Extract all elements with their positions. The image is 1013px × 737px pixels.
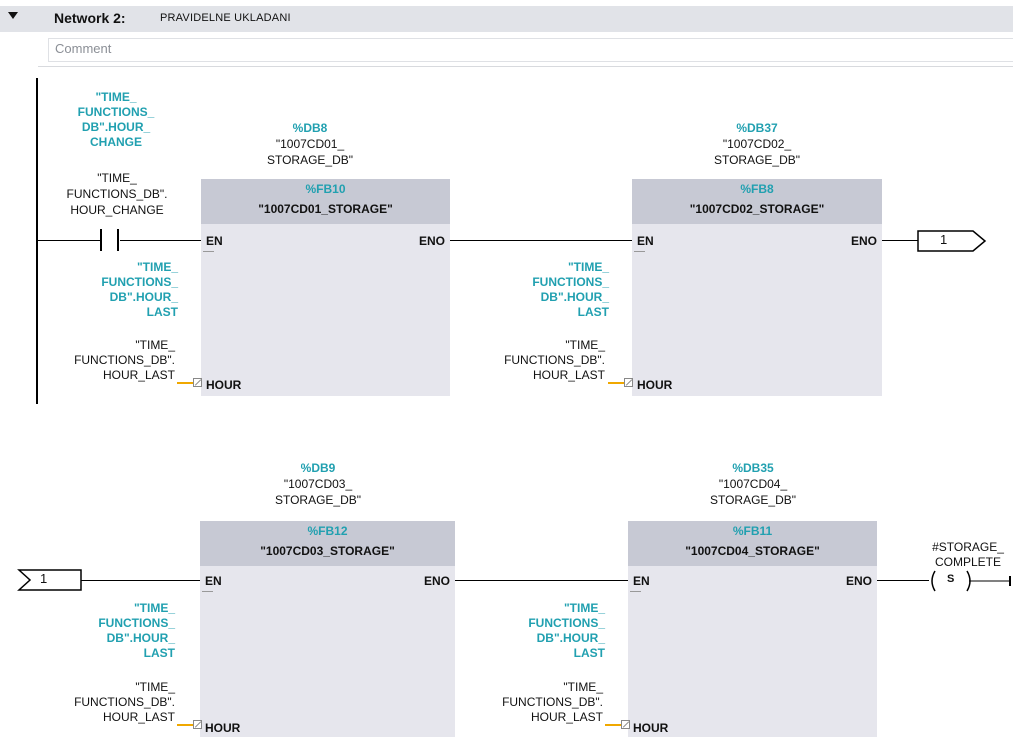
function-block[interactable]: %FB8 "1007CD02_STORAGE" EN ENO HOUR (632, 179, 882, 396)
instance-db[interactable]: %DB35 "1007CD04_ STORAGE_DB" (683, 460, 823, 508)
instance-db[interactable]: %DB9 "1007CD03_ STORAGE_DB" (248, 460, 388, 508)
en-pin[interactable]: EN (205, 574, 222, 588)
block-number: %FB11 (732, 524, 773, 538)
wire (37, 240, 101, 241)
function-block[interactable]: %FB12 "1007CD03_STORAGE" EN ENO HOUR (200, 521, 455, 737)
block-header: %FB8 "1007CD02_STORAGE" (632, 179, 882, 224)
input-icon (621, 720, 630, 729)
normally-open-contact-icon[interactable] (99, 229, 121, 251)
wire (81, 580, 200, 581)
connector-in-icon[interactable] (17, 569, 82, 591)
param-operand[interactable]: "TIME_ FUNCTIONS_ DB".HOUR_ LAST (60, 601, 175, 661)
en-pin[interactable]: EN (637, 234, 654, 248)
param-symbol: "TIME_ FUNCTIONS_DB". HOUR_LAST (504, 338, 605, 382)
param-symbol: "TIME_ FUNCTIONS_DB". HOUR_LAST (502, 680, 603, 724)
param-operand[interactable]: "TIME_ FUNCTIONS_ DB".HOUR_ LAST (60, 260, 178, 320)
block-number: %FB10 (305, 182, 346, 196)
collapse-arrow-icon[interactable] (8, 12, 18, 19)
instance-db[interactable]: %DB8 "1007CD01_ STORAGE_DB" (240, 120, 380, 168)
network-name[interactable]: PRAVIDELNE UKLADANI (160, 12, 291, 24)
divider (38, 66, 1013, 67)
block-name: "1007CD04_STORAGE" (685, 544, 820, 558)
input-icon (193, 720, 202, 729)
coil-operand[interactable]: #STORAGE_ COMPLETE (918, 540, 1013, 570)
wire (120, 240, 201, 241)
set-coil-icon[interactable] (927, 570, 1013, 592)
eno-pin[interactable]: ENO (424, 574, 450, 588)
block-name: "1007CD01_STORAGE" (258, 202, 393, 216)
comment-placeholder: Comment (55, 41, 112, 56)
block-header: %FB11 "1007CD04_STORAGE" (628, 521, 877, 566)
network-title: Network 2: (54, 10, 126, 26)
hour-pin[interactable]: HOUR (637, 378, 672, 392)
block-header: %FB12 "1007CD03_STORAGE" (200, 521, 455, 566)
network-header[interactable] (0, 6, 1013, 32)
wire (455, 580, 628, 581)
instance-db[interactable]: %DB37 "1007CD02_ STORAGE_DB" (687, 120, 827, 168)
block-name: "1007CD02_STORAGE" (689, 202, 825, 216)
function-block[interactable]: %FB11 "1007CD04_STORAGE" EN ENO HOUR (628, 521, 877, 737)
contact-symbol: "TIME_ FUNCTIONS_DB". HOUR_CHANGE (66, 171, 168, 217)
contact-operand[interactable]: "TIME_ FUNCTIONS_ DB".HOUR_ CHANGE (64, 90, 168, 150)
connector-out-icon[interactable] (917, 230, 987, 252)
comment-field[interactable] (48, 38, 1013, 62)
power-rail (36, 78, 38, 404)
block-number: %FB8 (740, 182, 774, 196)
wire (450, 240, 632, 241)
hour-pin[interactable]: HOUR (205, 721, 240, 735)
block-header: %FB10 "1007CD01_STORAGE" (201, 179, 450, 224)
eno-pin[interactable]: ENO (851, 234, 877, 248)
param-symbol: "TIME_ FUNCTIONS_DB". HOUR_LAST (74, 338, 175, 382)
param-operand[interactable]: "TIME_ FUNCTIONS_ DB".HOUR_ LAST (490, 260, 609, 320)
wire (877, 580, 929, 581)
function-block[interactable]: %FB10 "1007CD01_STORAGE" EN ENO HOUR (201, 179, 450, 396)
param-operand[interactable]: "TIME_ FUNCTIONS_ DB".HOUR_ LAST (488, 601, 605, 661)
block-number: %FB12 (307, 524, 348, 538)
param-symbol: "TIME_ FUNCTIONS_DB". HOUR_LAST (74, 680, 175, 724)
en-pin[interactable]: EN (206, 234, 223, 248)
coil-type: S (947, 573, 955, 585)
hour-pin[interactable]: HOUR (206, 378, 241, 392)
eno-pin[interactable]: ENO (846, 574, 872, 588)
en-pin[interactable]: EN (633, 574, 650, 588)
wire (882, 240, 922, 241)
connector-in-label: 1 (40, 571, 48, 586)
hour-pin[interactable]: HOUR (633, 721, 668, 735)
connector-out-label: 1 (940, 232, 948, 247)
input-icon (624, 378, 633, 387)
eno-pin[interactable]: ENO (419, 234, 445, 248)
input-icon (193, 378, 202, 387)
block-name: "1007CD03_STORAGE" (260, 544, 395, 558)
